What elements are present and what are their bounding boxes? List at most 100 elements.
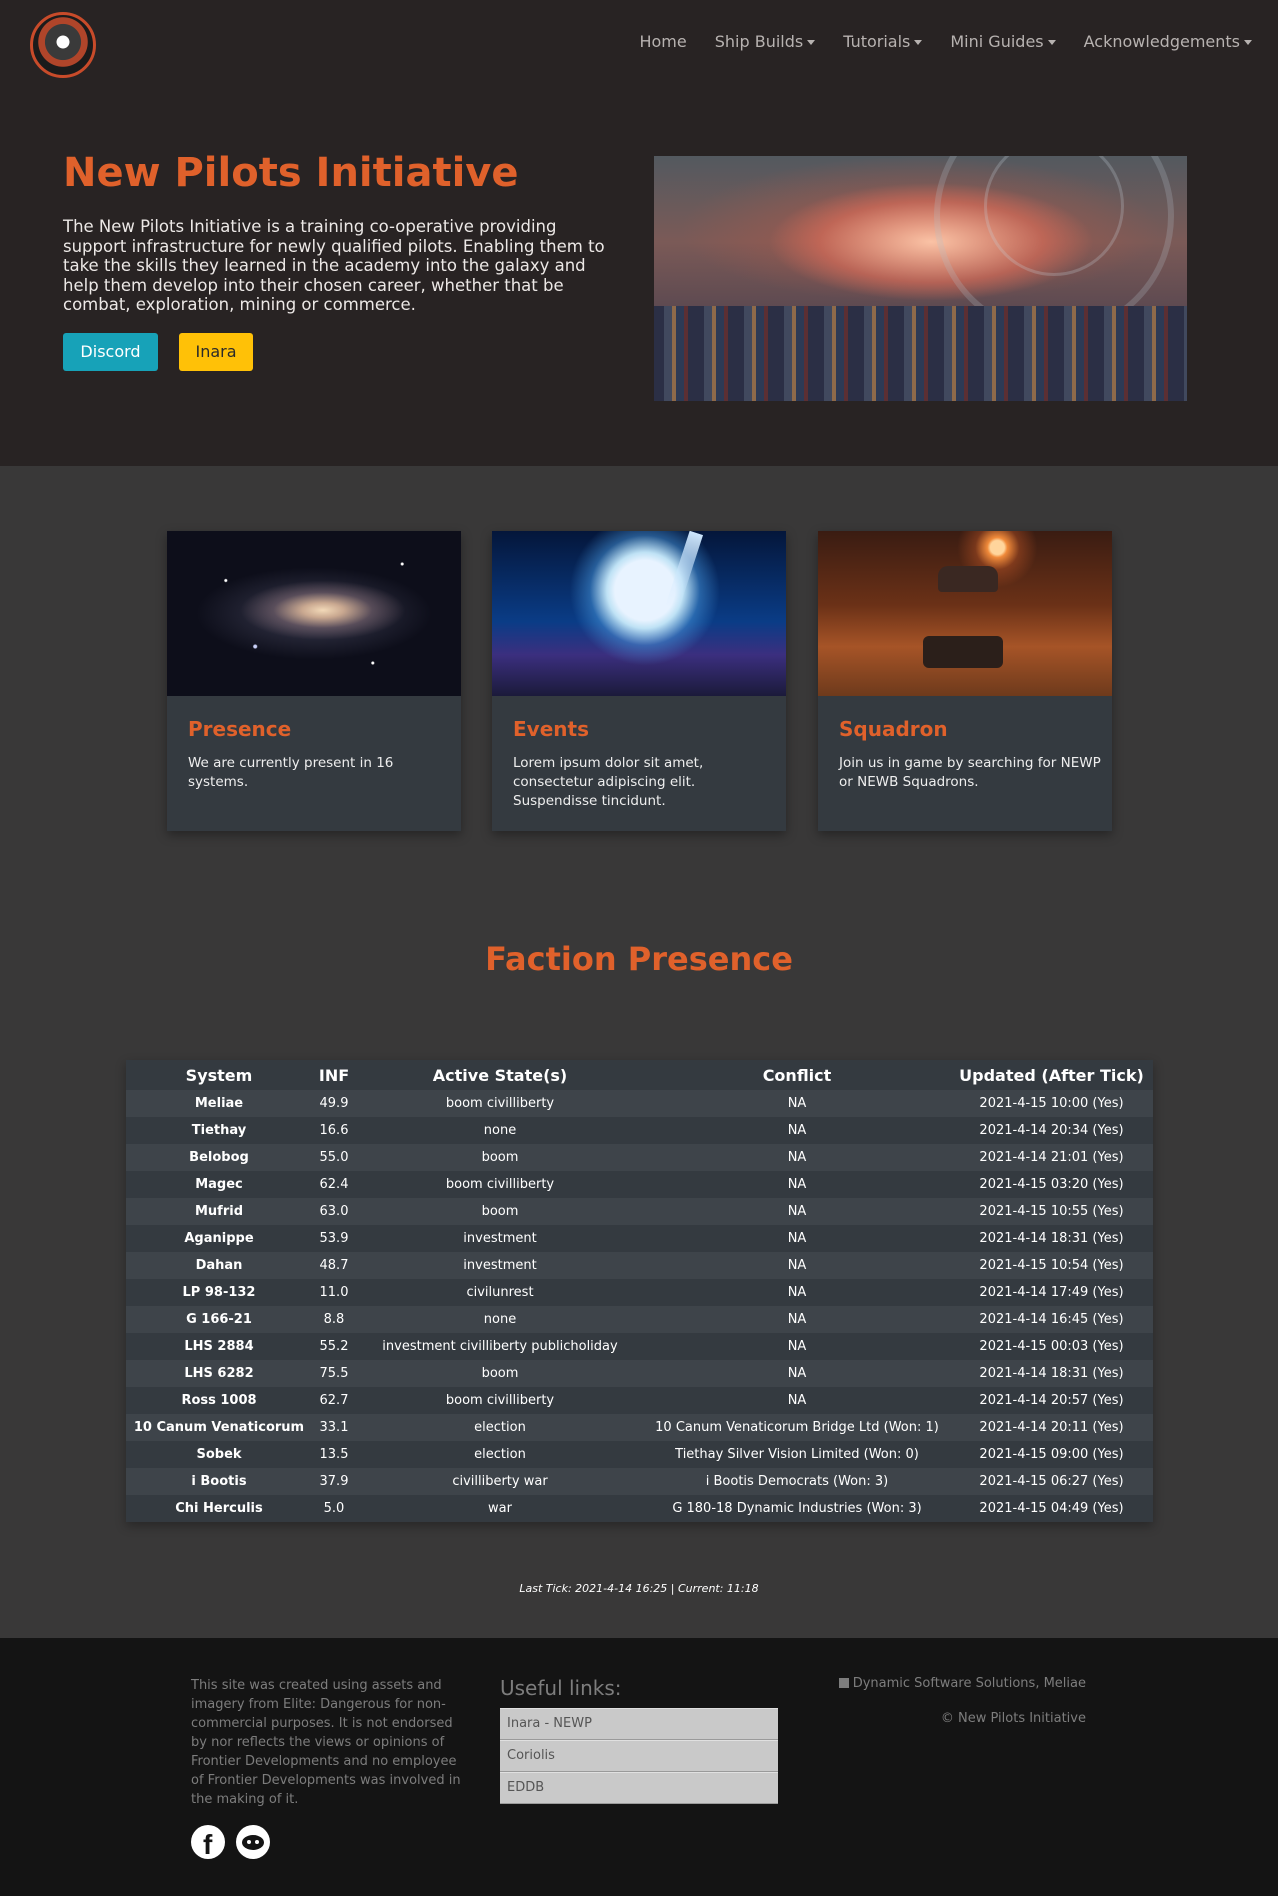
- link-eddb[interactable]: EDDB: [500, 1772, 778, 1804]
- content-section: Presence We are currently present in 16 …: [0, 466, 1278, 1638]
- disclaimer-text: This site was created using assets and i…: [191, 1678, 461, 1807]
- logo[interactable]: [30, 12, 96, 78]
- col-system: System: [185, 1065, 253, 1085]
- cell-system: LHS 6282: [184, 1366, 254, 1381]
- cell-updated: 2021-4-14 16:45 (Yes): [979, 1312, 1124, 1327]
- nav-home[interactable]: Home: [639, 32, 686, 51]
- cell-inf: 11.0: [319, 1285, 349, 1300]
- facebook-icon[interactable]: f: [191, 1825, 225, 1860]
- cell-system: G 166-21: [186, 1312, 252, 1327]
- cell-updated: 2021-4-15 04:49 (Yes): [979, 1501, 1124, 1516]
- col-inf: INF: [318, 1065, 350, 1085]
- cell-system: Meliae: [194, 1096, 244, 1111]
- cell-inf: 55.0: [319, 1150, 349, 1165]
- cell-state: investment: [463, 1258, 537, 1273]
- table-row: 10 Canum Venaticorum 33.1 election 10 Canum…: [126, 1414, 1153, 1441]
- card-text: Lorem ipsum dolor sit amet, consectetur …: [513, 755, 704, 809]
- cell-updated: 2021-4-14 18:31 (Yes): [979, 1231, 1124, 1246]
- hero-section: New Pilots Initiative The New Pilots Ini…: [0, 90, 1278, 466]
- card-title: Squadron: [839, 717, 948, 741]
- cell-conflict: NA: [787, 1312, 807, 1327]
- cell-system: Tiethay: [191, 1123, 247, 1138]
- card-squadron: Squadron Join us in game by searching fo…: [818, 531, 1112, 831]
- cell-system: Mufrid: [194, 1204, 244, 1219]
- cell-state: investment civilliberty publicholiday: [382, 1339, 618, 1354]
- useful-links-list: Inara - NEWP Coriolis EDDB: [500, 1708, 778, 1804]
- link-inara-newp[interactable]: Inara - NEWP: [500, 1708, 778, 1740]
- col-updated: Updated (After Tick): [959, 1065, 1144, 1085]
- footer: This site was created using assets and i…: [0, 1638, 1278, 1896]
- nav-acknowledgements[interactable]: Acknowledgements: [1084, 32, 1252, 51]
- table-row: Aganippe 53.9 investment NA 2021-4-14 18:31 …: [126, 1225, 1153, 1252]
- cell-inf: 62.4: [319, 1177, 349, 1192]
- cell-state: none: [483, 1312, 517, 1327]
- cell-conflict: Tiethay Silver Vision Limited (Won: 0): [675, 1447, 919, 1462]
- cell-inf: 62.7: [319, 1393, 349, 1408]
- nav-ship-builds[interactable]: Ship Builds: [715, 32, 816, 51]
- cell-updated: 2021-4-14 20:11 (Yes): [979, 1420, 1124, 1435]
- cell-updated: 2021-4-14 18:31 (Yes): [979, 1366, 1124, 1381]
- table-row: Sobek 13.5 election Tiethay Silver Vision L…: [126, 1441, 1153, 1468]
- nav-mini-guides-label: Mini Guides: [950, 32, 1044, 51]
- cell-conflict: i Bootis Democrats (Won: 3): [705, 1474, 889, 1489]
- cell-state: boom civilliberty: [445, 1177, 555, 1192]
- galaxy-image: [167, 531, 461, 696]
- nav-tutorials[interactable]: Tutorials: [843, 32, 923, 51]
- company-credit: Dynamic Software Solutions, Meliae: [838, 1676, 1086, 1691]
- useful-links-title: Useful links:: [500, 1676, 622, 1700]
- cell-updated: 2021-4-15 03:20 (Yes): [979, 1177, 1124, 1192]
- cell-updated: 2021-4-15 10:54 (Yes): [979, 1258, 1124, 1273]
- tick-status: Last Tick: 2021-4-14 16:25 | Current: 11…: [519, 1582, 759, 1595]
- table-row: G 166-21 8.8 none NA 2021-4-14 16:45 (Yes): [126, 1306, 1153, 1333]
- table-row: Dahan 48.7 investment NA 2021-4-15 10:54 (Ye…: [126, 1252, 1153, 1279]
- table-row: Tiethay 16.6 none NA 2021-4-14 20:34 (Yes): [126, 1117, 1153, 1144]
- cell-state: boom civilliberty: [445, 1393, 555, 1408]
- cell-conflict: NA: [787, 1231, 807, 1246]
- cell-state: election: [474, 1420, 526, 1435]
- cell-system: Magec: [195, 1177, 243, 1192]
- hero-title: New Pilots Initiative: [63, 150, 519, 196]
- navbar: Home Ship Builds Tutorials Mini Guides A…: [0, 0, 1278, 90]
- cell-state: civilunrest: [466, 1285, 534, 1300]
- company-name: Dynamic Software Solutions, Meliae: [852, 1676, 1086, 1691]
- cell-inf: 55.2: [319, 1339, 349, 1354]
- nav-home-label: Home: [639, 32, 687, 51]
- caret-down-icon: [914, 40, 923, 45]
- card-events: Events Lorem ipsum dolor sit amet, conse…: [492, 531, 786, 831]
- cell-inf: 75.5: [319, 1366, 349, 1381]
- table-header: System INF Active State(s) Conflict Upda…: [126, 1060, 1153, 1090]
- table-row: Belobog 55.0 boom NA 2021-4-14 21:01 (Yes): [126, 1144, 1153, 1171]
- table-row: Meliae 49.9 boom civilliberty NA 2021-4-15 1…: [126, 1090, 1153, 1117]
- cell-updated: 2021-4-14 20:57 (Yes): [979, 1393, 1124, 1408]
- table-row: Magec 62.4 boom civilliberty NA 2021-4-15 03…: [126, 1171, 1153, 1198]
- cell-inf: 13.5: [319, 1447, 349, 1462]
- cell-conflict: 10 Canum Venaticorum Bridge Ltd (Won: 1): [655, 1420, 939, 1435]
- pilots-group: [654, 306, 1187, 401]
- cell-system: Dahan: [195, 1258, 243, 1273]
- cell-state: war: [488, 1501, 512, 1516]
- cell-state: boom: [481, 1150, 519, 1165]
- cell-conflict: NA: [787, 1339, 807, 1354]
- nav-menu: Home Ship Builds Tutorials Mini Guides A…: [611, 32, 1252, 51]
- card-presence: Presence We are currently present in 16 …: [167, 531, 461, 831]
- hero-description: The New Pilots Initiative is a training …: [63, 217, 605, 314]
- cell-state: investment: [463, 1231, 537, 1246]
- nav-mini-guides[interactable]: Mini Guides: [950, 32, 1056, 51]
- link-coriolis[interactable]: Coriolis: [500, 1740, 778, 1772]
- cell-inf: 5.0: [323, 1501, 345, 1516]
- cell-system: Ross 1008: [181, 1393, 257, 1408]
- cell-inf: 37.9: [319, 1474, 349, 1489]
- card-text: Join us in game by searching for NEWP or…: [839, 755, 1101, 790]
- cell-updated: 2021-4-14 17:49 (Yes): [979, 1285, 1124, 1300]
- col-conflict: Conflict: [762, 1065, 832, 1085]
- cell-state: boom: [481, 1204, 519, 1219]
- cell-updated: 2021-4-14 21:01 (Yes): [979, 1150, 1124, 1165]
- cell-conflict: NA: [787, 1177, 807, 1192]
- inara-button[interactable]: Inara: [179, 333, 253, 371]
- cell-updated: 2021-4-15 06:27 (Yes): [979, 1474, 1124, 1489]
- reddit-icon[interactable]: [236, 1825, 270, 1859]
- table-row: Mufrid 63.0 boom NA 2021-4-15 10:55 (Yes): [126, 1198, 1153, 1225]
- cell-inf: 33.1: [319, 1420, 349, 1435]
- col-state: Active State(s): [432, 1065, 568, 1085]
- discord-button[interactable]: Discord: [63, 333, 158, 371]
